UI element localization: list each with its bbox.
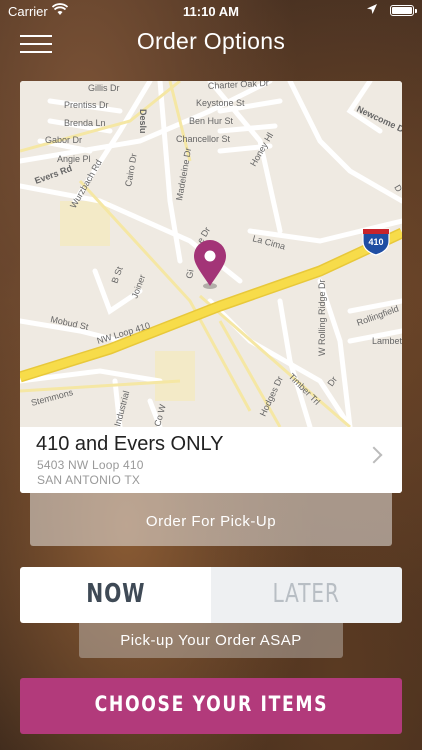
chevron-right-icon: [365, 446, 383, 464]
map-street-label: Angie Pl: [57, 154, 91, 164]
status-time: 11:10 AM: [183, 4, 239, 19]
choose-items-label: CHOOSE YOUR ITEMS: [94, 692, 328, 716]
store-address-line2: SAN ANTONIO TX: [37, 473, 141, 487]
status-bar: Carrier 11:10 AM: [0, 0, 422, 22]
store-info-row[interactable]: 410 and Evers ONLY 5403 NW Loop 410 SAN …: [20, 427, 402, 493]
map-street-label: Lambet: [372, 336, 402, 346]
page-title: Order Options: [136, 28, 286, 54]
choose-items-button[interactable]: CHOOSE YOUR ITEMS: [20, 678, 402, 734]
map-street-label: Cairo Dr: [123, 153, 139, 188]
map-street-label: Joiner: [129, 273, 147, 299]
map-street-label: Deslu: [138, 109, 148, 134]
map-street-label: Gabor Dr: [45, 135, 82, 145]
map-street-label: Prentiss Dr: [64, 100, 109, 110]
store-card: Gillis Dr Prentiss Dr Brenda Ln Gabor Dr Ang…: [20, 81, 402, 493]
map-canvas: Gillis Dr Prentiss Dr Brenda Ln Gabor Dr Ang…: [20, 81, 402, 427]
timing-later-label: LATER: [272, 579, 341, 609]
map-street-label: Dr: [325, 375, 339, 389]
location-arrow-icon: [366, 3, 378, 18]
map-street-label: Madeleine Dr: [174, 147, 193, 201]
timing-description-label: Pick-up Your Order ASAP: [120, 632, 302, 649]
store-address-line1: 5403 NW Loop 410: [37, 458, 144, 472]
timing-description: Pick-up Your Order ASAP: [79, 623, 343, 658]
order-type-label: Order For Pick-Up: [145, 513, 277, 530]
battery-icon: [390, 5, 417, 16]
map-area: [155, 351, 195, 401]
map-street-label: W Rolling Ridge Dr: [317, 279, 327, 356]
timing-later-option[interactable]: LATER: [211, 567, 402, 623]
map-street-label: Brenda Ln: [64, 118, 106, 128]
nav-bar: Order Options: [0, 22, 422, 66]
map-street-label: Chancellor St: [176, 134, 231, 144]
highway-shield-label: 410: [368, 237, 383, 247]
map-street-label: Charter Oak Dr: [208, 81, 269, 91]
store-name: 410 and Evers ONLY: [36, 433, 224, 455]
map-street-label: Ben Hur St: [189, 116, 234, 126]
map-street-label: Gillis Dr: [88, 83, 120, 93]
map-street-label: Gi: [184, 269, 195, 280]
timing-now-option[interactable]: NOW: [20, 567, 211, 623]
map-street-label: D: [392, 183, 402, 194]
order-type-button[interactable]: Order For Pick-Up: [30, 493, 392, 546]
map-street-label: Evers Rd: [33, 163, 73, 186]
map-pin-icon: [194, 240, 226, 289]
map-street-label: B St: [109, 265, 124, 285]
timing-now-label: NOW: [86, 579, 145, 609]
timing-toggle: NOW LATER: [20, 567, 402, 623]
store-map[interactable]: Gillis Dr Prentiss Dr Brenda Ln Gabor Dr Ang…: [20, 81, 402, 427]
map-street-label: Keystone St: [196, 98, 245, 108]
